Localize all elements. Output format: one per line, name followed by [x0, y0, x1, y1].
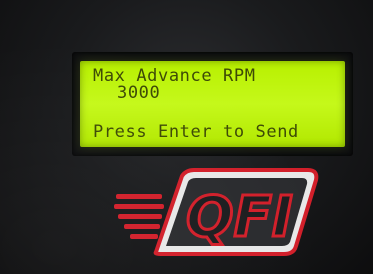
lcd-display: Max Advance RPM 3000 Press Enter to Send — [80, 61, 345, 147]
speed-lines-icon — [114, 194, 164, 239]
lcd-line-3-prompt: Press Enter to Send — [93, 122, 299, 142]
controller-device: Max Advance RPM 3000 Press Enter to Send… — [0, 0, 373, 274]
qfi-logo: QFI — [114, 168, 319, 256]
lcd-line-2-value: 3000 — [117, 83, 161, 103]
logo-lettering: QFI — [186, 185, 293, 250]
